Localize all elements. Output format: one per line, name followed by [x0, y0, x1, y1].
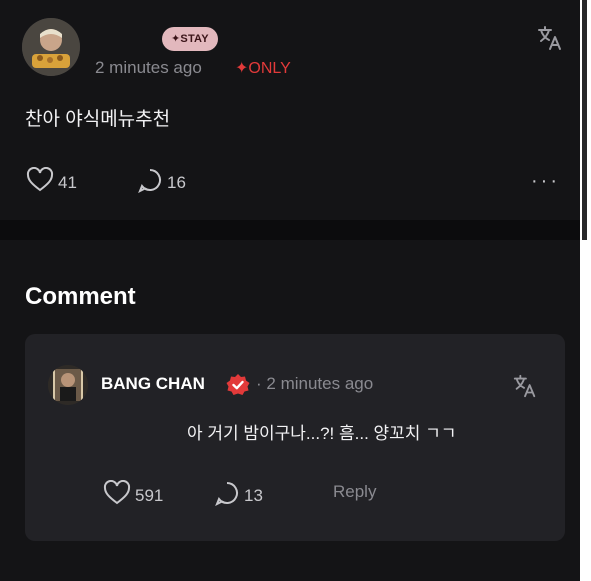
post: ✦STAY 2 minutes ago ✦ONLY 찬아 야식메뉴추천 41 1…	[0, 0, 580, 220]
post-like-button[interactable]: 41	[26, 166, 77, 198]
comment-timestamp: · 2 minutes ago	[256, 374, 373, 394]
comment-section-heading: Comment	[25, 283, 136, 310]
comment-author-name[interactable]: BANG CHAN	[101, 374, 205, 394]
comment-time-text: 2 minutes ago	[266, 374, 374, 393]
comment-body: 아 거기 밤이구나...?! 흠... 양꼬치 ㄱㄱ	[187, 424, 457, 443]
translate-icon[interactable]	[536, 24, 564, 57]
heart-icon	[103, 479, 131, 511]
more-icon[interactable]: ···	[531, 170, 560, 193]
comment-reply-count: 13	[244, 485, 263, 505]
section-divider	[0, 220, 580, 240]
comment-reply-count-button[interactable]: 13	[214, 480, 263, 511]
heart-icon	[26, 166, 54, 198]
only-tag: ✦ONLY	[235, 60, 291, 77]
reply-button[interactable]: Reply	[333, 482, 376, 502]
speech-bubble-icon	[214, 480, 240, 511]
comment-like-count: 591	[135, 485, 164, 505]
verified-badge-icon	[225, 372, 251, 403]
post-comment-button[interactable]: 16	[137, 167, 186, 198]
post-author-avatar[interactable]	[22, 18, 80, 76]
comment-like-button[interactable]: 591	[103, 479, 164, 511]
stay-badge: ✦STAY	[162, 27, 218, 51]
post-like-count: 41	[58, 172, 77, 192]
comment-author-avatar[interactable]	[48, 365, 88, 405]
separator-dot: ·	[256, 374, 262, 393]
post-timestamp: 2 minutes ago	[95, 58, 202, 77]
scrollbar-thumb[interactable]	[582, 0, 587, 240]
translate-icon[interactable]	[512, 373, 538, 404]
post-comment-count: 16	[167, 172, 186, 192]
post-body: 찬아 야식메뉴추천	[25, 109, 171, 130]
speech-bubble-icon	[137, 167, 163, 198]
